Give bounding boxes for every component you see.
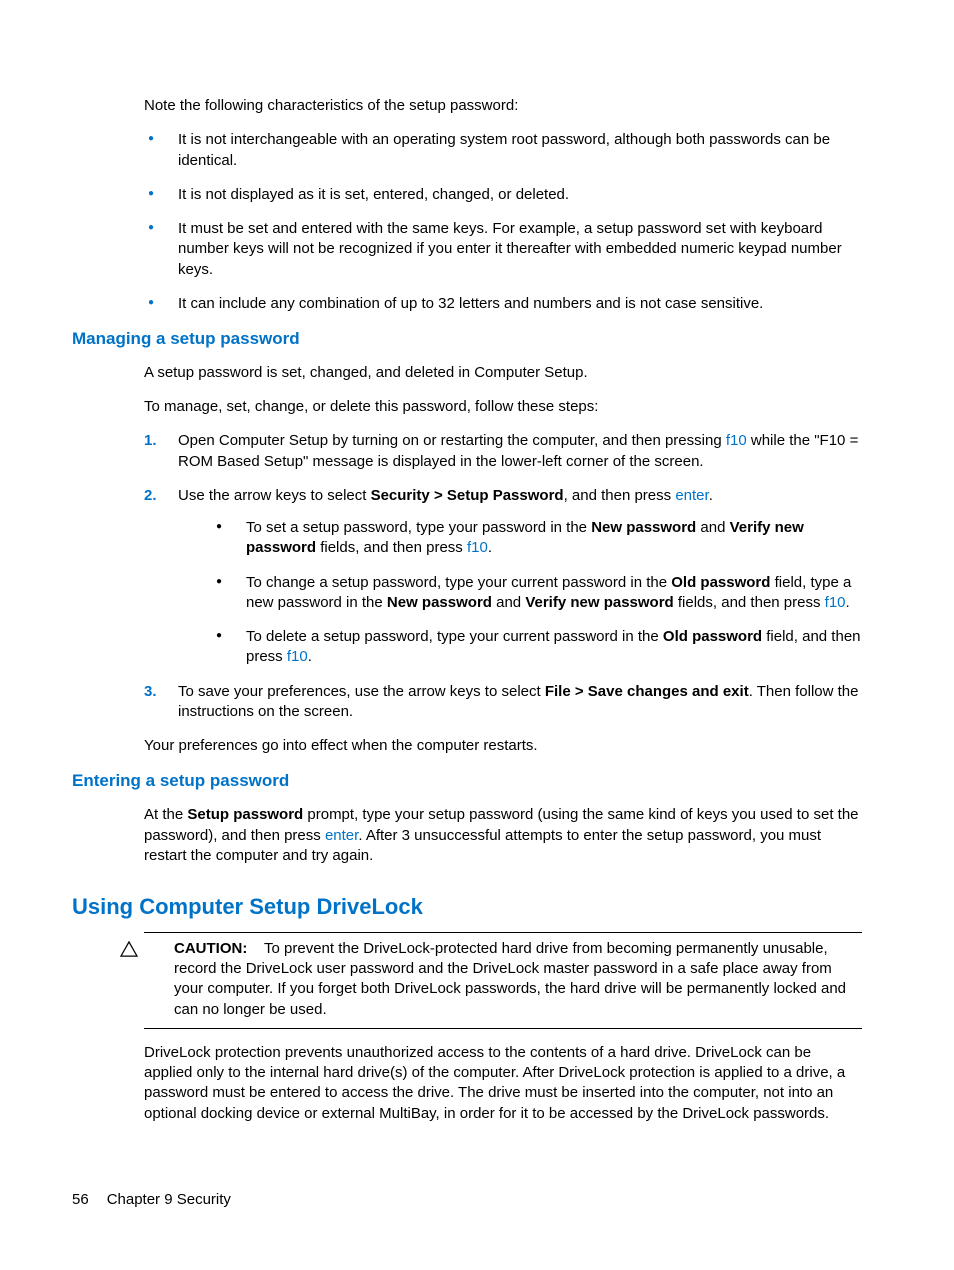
body-text: Your preferences go into effect when the… — [144, 736, 862, 756]
step-number: 2. — [144, 486, 157, 506]
step-item: 1. Open Computer Setup by turning on or … — [144, 431, 862, 472]
key-f10: f10 — [467, 539, 488, 556]
list-item: It is not displayed as it is set, entere… — [144, 185, 862, 205]
body-text: To manage, set, change, or delete this p… — [144, 397, 862, 417]
menu-path: File > Save changes and exit — [545, 683, 749, 700]
intro-text: Note the following characteristics of th… — [144, 96, 862, 116]
body-text: At the Setup password prompt, type your … — [144, 805, 862, 866]
sub-item: To set a setup password, type your passw… — [212, 518, 862, 559]
page-footer: 56 Chapter 9 Security — [72, 1190, 231, 1210]
step-text: . — [709, 487, 713, 504]
caution-box: CAUTION: To prevent the DriveLock-protec… — [144, 932, 862, 1029]
page-content: Note the following characteristics of th… — [0, 0, 954, 1124]
characteristics-list: It is not interchangeable with an operat… — [144, 130, 862, 314]
key-f10: f10 — [825, 594, 846, 611]
page-number: 56 — [72, 1191, 89, 1208]
body-text: DriveLock protection prevents unauthoriz… — [144, 1043, 862, 1124]
key-enter: enter — [675, 487, 708, 504]
caution-text: To prevent the DriveLock-protected hard … — [174, 940, 846, 1018]
step-item: 2. Use the arrow keys to select Security… — [144, 486, 862, 668]
step-text: Open Computer Setup by turning on or res… — [178, 432, 726, 449]
caution-label: CAUTION: — [174, 940, 247, 957]
key-enter: enter — [325, 827, 358, 844]
list-item: It can include any combination of up to … — [144, 294, 862, 314]
step-text: Use the arrow keys to select — [178, 487, 371, 504]
chapter-label: Chapter 9 Security — [107, 1191, 231, 1208]
steps-list: 1. Open Computer Setup by turning on or … — [144, 431, 862, 722]
body-text: A setup password is set, changed, and de… — [144, 363, 862, 383]
key-f10: f10 — [726, 432, 747, 449]
menu-path: Security > Setup Password — [371, 487, 564, 504]
list-item: It is not interchangeable with an operat… — [144, 130, 862, 171]
step-text: , and then press — [564, 487, 676, 504]
key-f10: f10 — [287, 648, 308, 665]
sub-item: To delete a setup password, type your cu… — [212, 627, 862, 668]
managing-heading: Managing a setup password — [72, 328, 862, 351]
step-number: 3. — [144, 682, 157, 702]
sub-item: To change a setup password, type your cu… — [212, 573, 862, 614]
step-item: 3. To save your preferences, use the arr… — [144, 682, 862, 723]
sub-steps: To set a setup password, type your passw… — [212, 518, 862, 668]
entering-heading: Entering a setup password — [72, 770, 862, 793]
list-item: It must be set and entered with the same… — [144, 219, 862, 280]
caution-icon — [120, 941, 138, 957]
drivelock-heading: Using Computer Setup DriveLock — [72, 892, 862, 922]
step-number: 1. — [144, 431, 157, 451]
